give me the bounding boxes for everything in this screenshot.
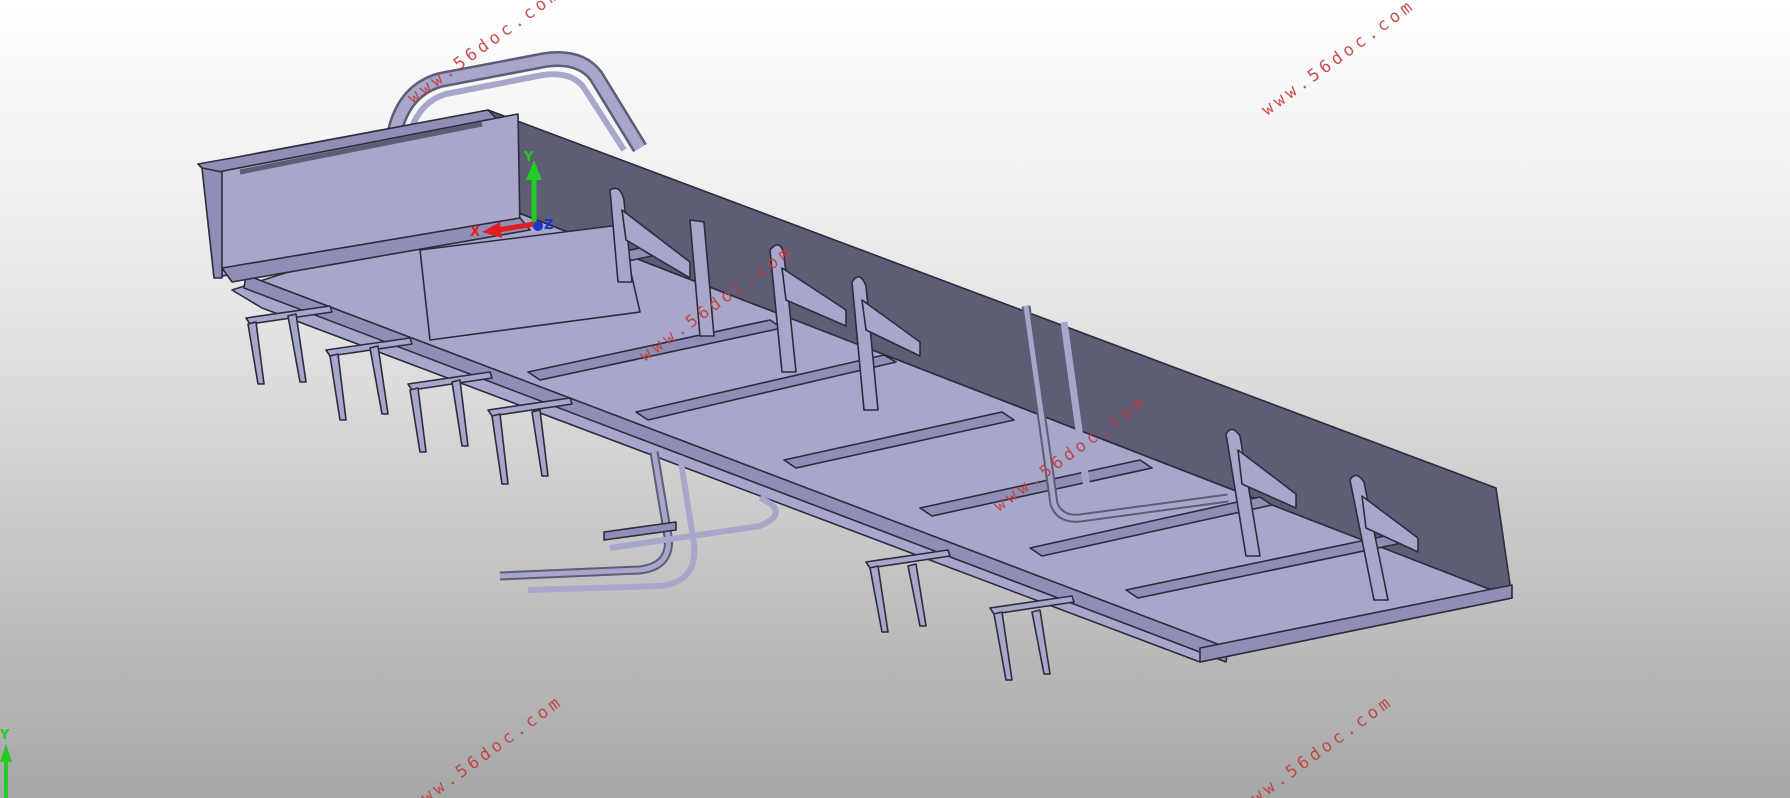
graphics-viewport[interactable]: X Y Z Y www.56doc.com www.56doc.com www.…: [0, 0, 1790, 798]
corner-triad: [0, 744, 12, 798]
triad-z-label: Z: [544, 218, 554, 233]
triad-x-label: X: [470, 225, 481, 240]
cad-3d-model[interactable]: [0, 0, 1790, 798]
corner-triad-y-label: Y: [0, 728, 10, 743]
triad-y-label: Y: [524, 150, 534, 165]
